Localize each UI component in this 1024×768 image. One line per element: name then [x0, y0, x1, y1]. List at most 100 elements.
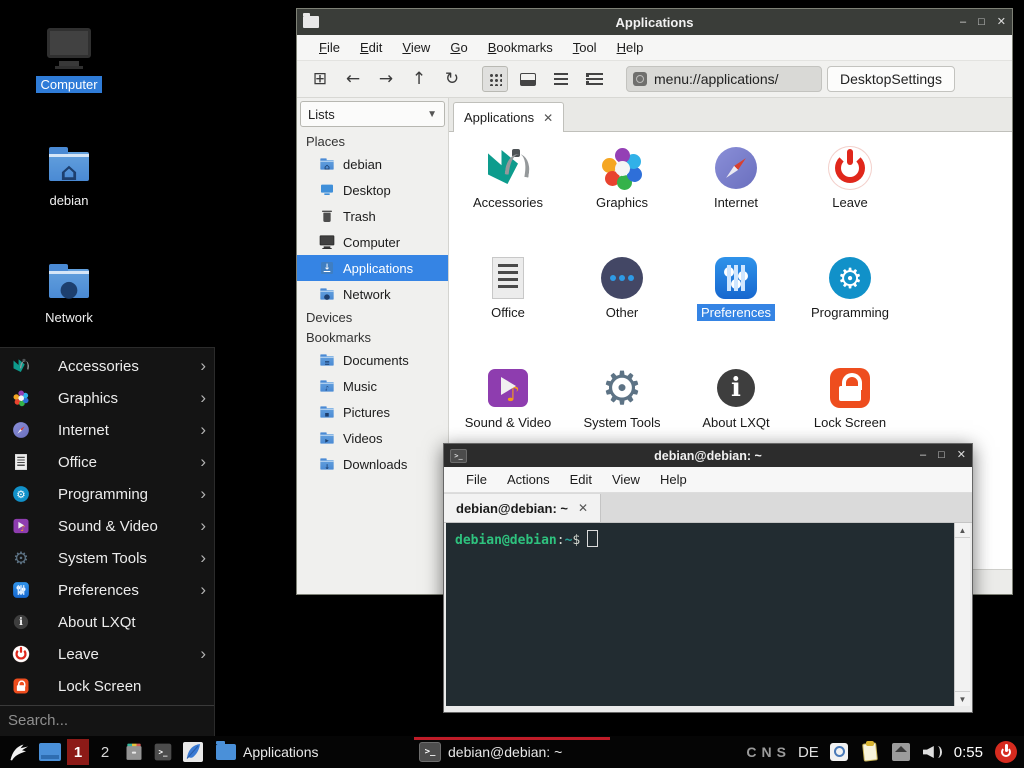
scroll-up-icon[interactable]: ▲	[955, 523, 970, 538]
app-category-item[interactable]: Leave	[793, 136, 907, 246]
start-menu-items: Accessories › Graphics › Internet ›	[0, 350, 214, 702]
terminal-titlebar[interactable]: >_ debian@debian: ~ – □ ✕	[444, 444, 972, 467]
menu-item[interactable]: File	[309, 37, 350, 58]
app-category-icon	[598, 144, 646, 192]
terminal-scrollbar[interactable]: ▲ ▼	[954, 523, 970, 706]
app-category-item[interactable]: Internet	[679, 136, 793, 246]
desktop-icon-computer[interactable]: Computer	[21, 24, 117, 93]
sidebar-row[interactable]: Applications	[297, 255, 448, 281]
start-menu-item[interactable]: Lock Screen	[0, 670, 214, 702]
terminal-screen[interactable]: debian@debian:~$ ▲ ▼	[446, 523, 970, 706]
app-category-item[interactable]: Other	[565, 246, 679, 356]
editor-launcher[interactable]	[182, 741, 204, 763]
sidebar-row[interactable]: Network	[297, 281, 448, 307]
terminal-tab-label: debian@debian: ~	[456, 501, 568, 516]
maximize-button[interactable]: □	[938, 450, 945, 461]
lists-dropdown[interactable]: Lists ▼	[300, 101, 445, 127]
app-category-item[interactable]: Office	[451, 246, 565, 356]
tab-close-icon[interactable]: ✕	[578, 501, 588, 515]
detailed-view-button[interactable]	[548, 66, 574, 92]
tab-close-icon[interactable]: ✕	[543, 111, 553, 125]
compact-view-button[interactable]	[581, 66, 607, 92]
sidebar-row[interactable]: Music	[297, 373, 448, 399]
desktop-icon-home[interactable]: debian	[21, 140, 117, 209]
clipboard-tray-icon[interactable]	[859, 741, 881, 763]
main-menu-button[interactable]	[6, 739, 32, 765]
sidebar-row[interactable]: Computer	[297, 229, 448, 255]
up-button[interactable]: ↑	[406, 66, 432, 92]
scroll-down-icon[interactable]: ▼	[955, 691, 970, 706]
start-menu-item[interactable]: Accessories ›	[0, 350, 214, 382]
icon-view-button[interactable]	[482, 66, 508, 92]
submenu-chevron-icon: ›	[200, 548, 206, 568]
start-menu-item[interactable]: Preferences ›	[0, 574, 214, 606]
sidebar-row[interactable]: Videos	[297, 425, 448, 451]
menu-item[interactable]: Edit	[560, 469, 602, 490]
new-tab-button[interactable]: ⊞	[307, 66, 333, 92]
menu-item[interactable]: Bookmarks	[478, 37, 563, 58]
start-menu-item[interactable]: About LXQt	[0, 606, 214, 638]
sidebar-row[interactable]: Trash	[297, 203, 448, 229]
show-desktop-button[interactable]	[39, 743, 61, 761]
desktop[interactable]: Computer debian Network Accessories ›	[0, 0, 1024, 768]
sidebar-row[interactable]: Downloads	[297, 451, 448, 477]
menu-item[interactable]: View	[392, 37, 440, 58]
app-category-item[interactable]: Programming	[793, 246, 907, 356]
menu-item[interactable]: File	[456, 469, 497, 490]
keyboard-layout-indicator[interactable]: DE	[798, 744, 819, 761]
back-button[interactable]: ←	[340, 66, 366, 92]
app-category-item[interactable]: Graphics	[565, 136, 679, 246]
desktop-icon-network[interactable]: Network	[21, 257, 117, 326]
volume-tray-icon[interactable]	[921, 741, 943, 763]
start-menu-item[interactable]: System Tools ›	[0, 542, 214, 574]
sidebar-row[interactable]: debian	[297, 151, 448, 177]
chevron-down-icon: ▼	[427, 109, 437, 120]
app-category-item[interactable]: Accessories	[451, 136, 565, 246]
eject-tray-icon[interactable]	[890, 741, 912, 763]
minimize-button[interactable]: –	[960, 17, 966, 28]
fm-titlebar[interactable]: Applications – □ ✕	[297, 9, 1012, 35]
category-icon	[12, 677, 30, 695]
app-category-label: Internet	[710, 194, 762, 211]
forward-button[interactable]: →	[373, 66, 399, 92]
start-menu-item[interactable]: Office ›	[0, 446, 214, 478]
menu-item[interactable]: View	[602, 469, 650, 490]
search-input[interactable]	[0, 706, 215, 735]
path-bar[interactable]: menu://applications/	[626, 66, 822, 92]
taskbar-task-terminal[interactable]: >_ debian@debian: ~	[414, 736, 610, 768]
sidebar-row[interactable]: Desktop	[297, 177, 448, 203]
minimize-button[interactable]: –	[920, 450, 926, 461]
start-menu-item[interactable]: Sound & Video ›	[0, 510, 214, 542]
start-menu-item[interactable]: Internet ›	[0, 414, 214, 446]
reload-button[interactable]: ↻	[439, 66, 465, 92]
terminal-launcher[interactable]	[153, 742, 173, 762]
menu-item[interactable]: Tool	[563, 37, 607, 58]
menu-item[interactable]: Edit	[350, 37, 392, 58]
submenu-chevron-icon: ›	[200, 580, 206, 600]
start-menu-item[interactable]: Leave ›	[0, 638, 214, 670]
file-manager-launcher[interactable]	[124, 742, 144, 762]
workspace-1-button[interactable]: 1	[67, 739, 89, 765]
close-button[interactable]: ✕	[997, 17, 1006, 28]
workspace-2-button[interactable]: 2	[95, 739, 115, 765]
start-menu-item[interactable]: Programming ›	[0, 478, 214, 510]
sidebar-row[interactable]: Pictures	[297, 399, 448, 425]
start-menu-item[interactable]: Graphics ›	[0, 382, 214, 414]
terminal-tab[interactable]: debian@debian: ~ ✕	[444, 494, 601, 522]
clock[interactable]: 0:55	[954, 744, 983, 761]
desktop-settings-button[interactable]: DesktopSettings	[827, 66, 955, 92]
maximize-button[interactable]: □	[978, 17, 985, 28]
taskbar-task-applications[interactable]: Applications	[211, 736, 407, 768]
menu-item[interactable]: Help	[650, 469, 697, 490]
app-category-item[interactable]: Preferences	[679, 246, 793, 356]
screenshot-tray-icon[interactable]	[828, 741, 850, 763]
menu-item[interactable]: Help	[607, 37, 654, 58]
tab-applications[interactable]: Applications ✕	[453, 102, 564, 132]
terminal-tab-bar: debian@debian: ~ ✕	[444, 493, 972, 523]
power-button[interactable]	[994, 740, 1018, 764]
close-button[interactable]: ✕	[957, 450, 966, 461]
menu-item[interactable]: Go	[440, 37, 477, 58]
thumbnail-view-button[interactable]	[515, 66, 541, 92]
menu-item[interactable]: Actions	[497, 469, 560, 490]
sidebar-row[interactable]: Documents	[297, 347, 448, 373]
